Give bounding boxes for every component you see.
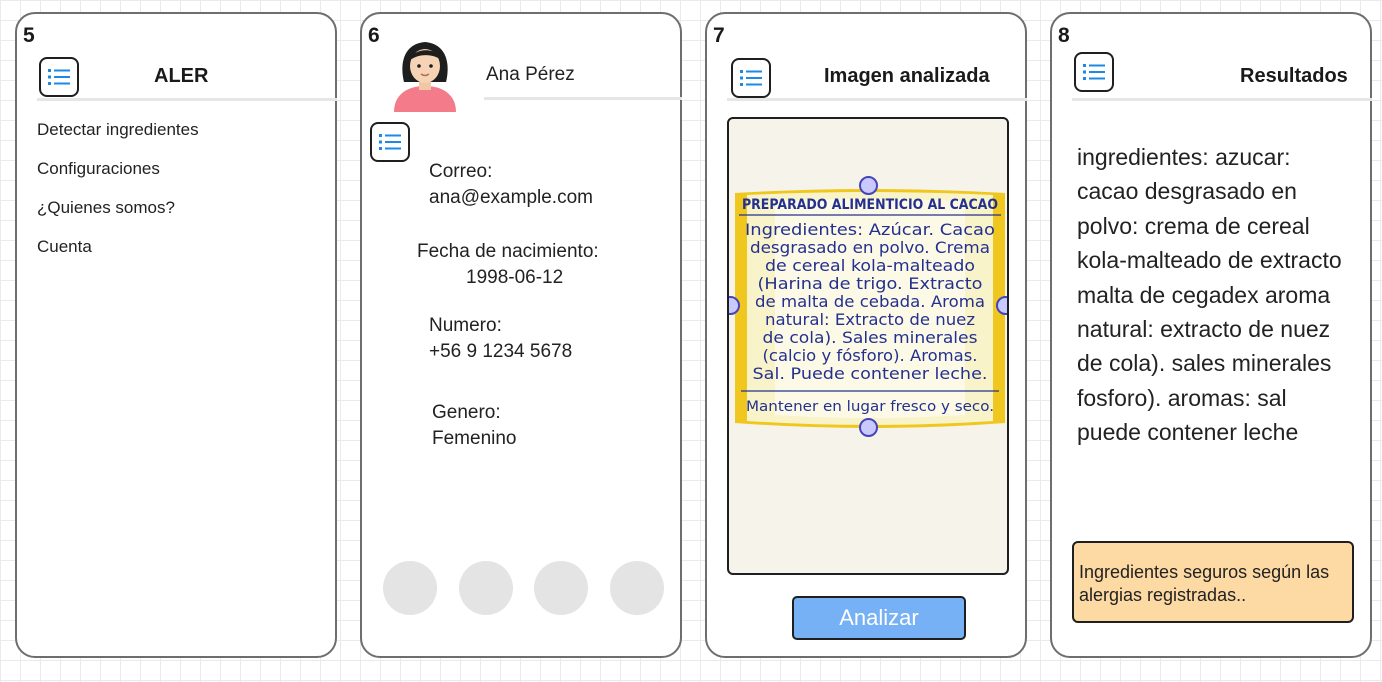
action-circle-1[interactable]: [383, 561, 437, 615]
photo-line-5: (Harina de trigo. Extracto: [758, 274, 983, 293]
screen-number: 8: [1058, 24, 1070, 47]
screen-number: 6: [368, 24, 380, 47]
screen-5-menu: 5 ALER Detectar ingredientes Configuraci…: [15, 12, 337, 658]
email-value: ana@example.com: [429, 187, 593, 208]
photo-line-10: Sal. Puede contener leche.: [753, 364, 988, 383]
header-divider: [37, 98, 337, 101]
screen-title: Imagen analizada: [824, 65, 990, 87]
photo-line-6: de malta de cebada. Aroma: [755, 292, 985, 311]
photo-line-4: de cereal kola-malteado: [765, 256, 975, 275]
photo-line-1: PREPARADO ALIMENTICIO AL CACAO: [742, 197, 998, 213]
crop-handle-top[interactable]: [859, 176, 878, 195]
menu-button[interactable]: [1074, 52, 1114, 92]
menu-item-about[interactable]: ¿Quienes somos?: [37, 198, 175, 218]
screen-title: Resultados: [1240, 65, 1348, 87]
menu-item-detect[interactable]: Detectar ingredientes: [37, 120, 199, 140]
list-menu-icon: [1083, 64, 1105, 80]
name-underline: [484, 97, 682, 100]
avatar: [394, 42, 456, 112]
crop-handle-bottom[interactable]: [859, 418, 878, 437]
photo-line-2: Ingredientes: Azúcar. Cacao: [745, 220, 995, 239]
phone-label: Numero:: [429, 315, 502, 336]
action-circle-3[interactable]: [534, 561, 588, 615]
photo-line-8: de cola). Sales minerales: [763, 328, 978, 347]
photo-line-11: Mantener en lugar fresco y seco.: [746, 399, 994, 415]
menu-item-settings[interactable]: Configuraciones: [37, 159, 160, 179]
photo-line-9: (calcio y fósforo). Aromas.: [763, 346, 978, 365]
ingredients-label-photo: PREPARADO ALIMENTICIO AL CACAO Ingredien…: [735, 189, 1005, 428]
gender-value: Femenino: [432, 428, 517, 449]
profile-name: Ana Pérez: [486, 64, 575, 85]
birth-value: 1998-06-12: [466, 267, 564, 288]
results-text: ingredientes: azucar: cacao desgrasado e…: [1077, 144, 1342, 446]
list-menu-icon: [740, 70, 762, 86]
crop-handle-right[interactable]: [996, 296, 1007, 315]
app-title: ALER: [154, 65, 209, 87]
screen-8-results: 8 Resultados ingredientes: azucar: cacao…: [1050, 12, 1372, 658]
action-circle-2[interactable]: [459, 561, 513, 615]
header-divider: [1072, 98, 1372, 101]
screen-6-profile: 6 Ana Pérez Correo: ana@example.com Fech…: [360, 12, 682, 658]
screen-7-image: 7 Imagen analizada PREPARADO ALIMENTICIO…: [705, 12, 1027, 658]
screen-number: 5: [23, 24, 35, 47]
list-menu-icon: [379, 134, 401, 150]
photo-line-7: natural: Extracto de nuez: [765, 310, 975, 329]
email-label: Correo:: [429, 161, 493, 182]
birth-label: Fecha de nacimiento:: [417, 241, 599, 262]
gender-label: Genero:: [432, 402, 501, 423]
screen-number: 7: [713, 24, 725, 47]
analyzed-image-frame: PREPARADO ALIMENTICIO AL CACAO Ingredien…: [727, 117, 1009, 575]
menu-button[interactable]: [370, 122, 410, 162]
menu-item-account[interactable]: Cuenta: [37, 237, 92, 257]
header-divider: [727, 98, 1027, 101]
list-menu-icon: [48, 69, 70, 85]
analyze-button[interactable]: Analizar: [792, 596, 966, 640]
menu-button[interactable]: [731, 58, 771, 98]
menu-button[interactable]: [39, 57, 79, 97]
phone-value: +56 9 1234 5678: [429, 341, 573, 362]
safety-notice: Ingredientes seguros según las alergias …: [1072, 541, 1354, 623]
photo-line-3: desgrasado en polvo. Crema: [750, 238, 990, 257]
action-circle-4[interactable]: [610, 561, 664, 615]
